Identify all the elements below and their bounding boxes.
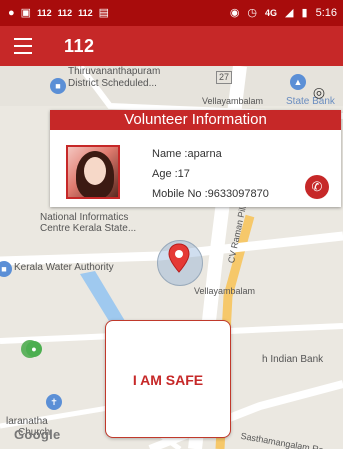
map-label-indian-bank: h Indian Bank	[262, 354, 324, 365]
volunteer-mobile: Mobile No :9633097870	[152, 188, 269, 200]
volunteer-avatar	[66, 145, 120, 199]
map-label-maranatha: laranatha	[6, 416, 48, 427]
church-icon: ✝	[46, 394, 62, 410]
i-am-safe-button[interactable]: I AM SAFE	[105, 320, 231, 438]
map-label-kerala-water: Kerala Water Authority	[14, 262, 114, 273]
location-icon: ◉	[229, 7, 240, 19]
volunteer-age: Age :17	[152, 168, 190, 180]
app-title: 112	[64, 36, 95, 56]
volunteer-name: Name :aparna	[152, 148, 222, 160]
volunteer-card: Volunteer Information Name :aparna Age :…	[50, 110, 341, 207]
app-bar: 112	[0, 26, 343, 66]
sim-112-icon: 112	[78, 8, 93, 18]
status-bar-notifications: ● ▣ 112 112 112 ▤	[8, 6, 109, 20]
map-label-vellayambalam: Vellayambalam	[194, 286, 256, 296]
network-type: 4G	[265, 8, 278, 18]
map-label-thiruvananthapuram: Thiruvananthapuram	[68, 66, 161, 77]
notification-icon: ●	[8, 7, 15, 19]
volunteer-card-header: Volunteer Information	[50, 110, 341, 130]
volunteer-details: Name :aparna Age :17 Mobile No :96330978…	[152, 144, 269, 204]
sim-112-icon: 112	[37, 8, 52, 18]
call-phone-icon[interactable]: ✆	[305, 175, 329, 199]
hamburger-menu-icon[interactable]	[14, 38, 32, 54]
landmark-icon: ■	[50, 78, 66, 94]
map-label-vellayambalam-top: Vellayambalam	[202, 96, 264, 106]
park-icon: ●	[26, 341, 42, 357]
sim-112-icon: 112	[57, 8, 73, 18]
battery-icon: ▮	[301, 7, 308, 19]
map-label-district: District Scheduled...	[68, 78, 157, 89]
bank-pin-icon: ▲	[290, 74, 306, 90]
screenshot-icon: ▣	[20, 7, 32, 19]
google-logo: Google	[14, 427, 61, 442]
map-label-national-informatics: National Informatics	[40, 212, 129, 223]
signal-icon: ◢	[285, 7, 294, 19]
my-location-icon[interactable]: ◎	[309, 82, 329, 102]
alarm-icon: ◷	[247, 7, 258, 19]
status-bar-system: ◉ ◷ 4G ◢ ▮ 5:16	[230, 6, 337, 20]
status-bar: ● ▣ 112 112 112 ▤ ◉ ◷ 4G ◢ ▮ 5:16	[0, 0, 343, 26]
location-pin-icon	[168, 243, 190, 273]
clock: 5:16	[315, 7, 337, 19]
road-shield: 27	[216, 71, 233, 84]
map-label-centre-kerala: Centre Kerala State...	[40, 223, 137, 234]
news-icon: ▤	[98, 7, 110, 19]
